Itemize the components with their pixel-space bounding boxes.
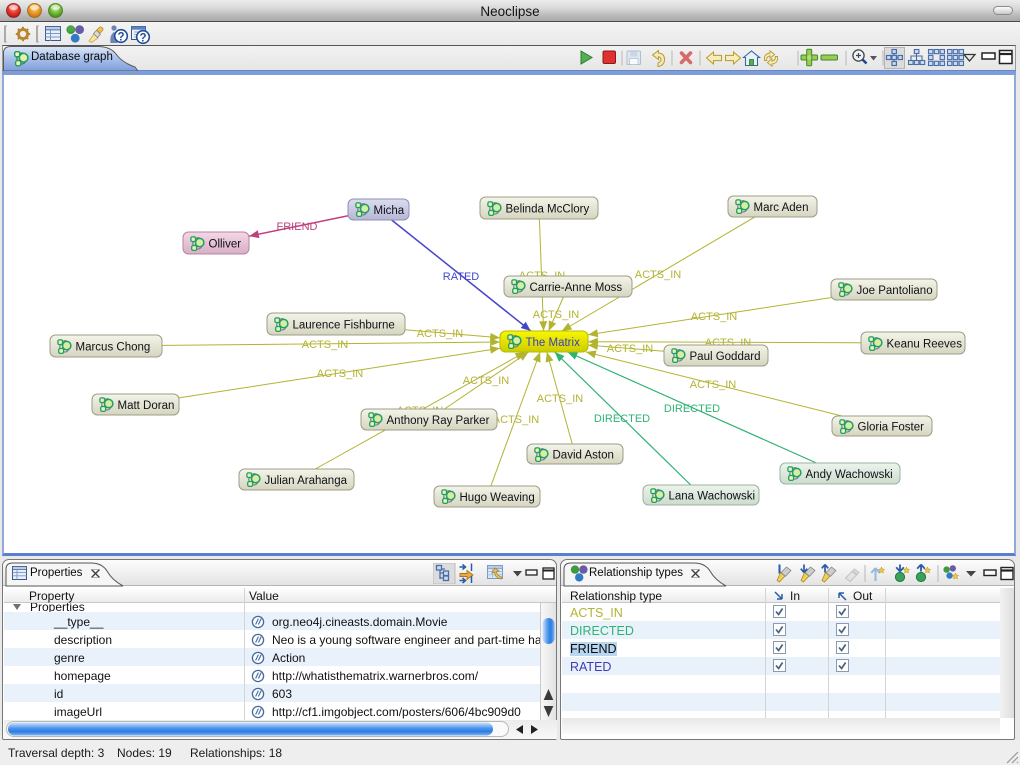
svg-text:Julian Arahanga: Julian Arahanga xyxy=(265,475,348,487)
svg-text:Gloria Foster: Gloria Foster xyxy=(858,421,925,433)
svg-text:?: ? xyxy=(117,31,124,43)
svg-text:DIRECTED: DIRECTED xyxy=(594,413,650,425)
svg-text:ACTS_IN: ACTS_IN xyxy=(417,328,464,340)
svg-text:Keanu Reeves: Keanu Reeves xyxy=(887,338,963,350)
svg-text:Marcus Chong: Marcus Chong xyxy=(76,341,151,353)
svg-text:Laurence Fishburne: Laurence Fishburne xyxy=(293,319,395,331)
svg-text:ACTS_IN: ACTS_IN xyxy=(635,269,682,281)
svg-text:Olliver: Olliver xyxy=(209,238,242,250)
svg-text:Anthony Ray Parker: Anthony Ray Parker xyxy=(387,415,490,427)
svg-text:Hugo Weaving: Hugo Weaving xyxy=(460,492,535,504)
svg-text:?: ? xyxy=(139,32,146,44)
svg-text:Matt Doran: Matt Doran xyxy=(118,400,175,412)
svg-text:The Matrix: The Matrix xyxy=(526,337,581,349)
svg-text:FRIEND: FRIEND xyxy=(277,221,318,233)
svg-text:Micha: Micha xyxy=(374,205,405,217)
svg-text:ACTS_IN: ACTS_IN xyxy=(463,375,510,387)
svg-text:Carrie-Anne Moss: Carrie-Anne Moss xyxy=(530,282,623,294)
svg-text:DIRECTED: DIRECTED xyxy=(664,403,720,415)
svg-text:ACTS_IN: ACTS_IN xyxy=(690,379,737,391)
svg-text:ACTS_IN: ACTS_IN xyxy=(607,343,654,355)
svg-text:ACTS_IN: ACTS_IN xyxy=(533,309,580,321)
svg-text:ACTS_IN: ACTS_IN xyxy=(493,414,540,426)
svg-text:Joe Pantoliano: Joe Pantoliano xyxy=(857,285,933,297)
svg-text:ACTS_IN: ACTS_IN xyxy=(537,393,584,405)
svg-text:Andy Wachowski: Andy Wachowski xyxy=(806,469,893,481)
svg-text:David Aston: David Aston xyxy=(553,449,614,461)
svg-text:Marc Aden: Marc Aden xyxy=(754,202,809,214)
svg-text:ACTS_IN: ACTS_IN xyxy=(691,311,738,323)
svg-text:ACTS_IN: ACTS_IN xyxy=(302,339,349,351)
svg-text:Paul Goddard: Paul Goddard xyxy=(690,351,761,363)
svg-text:Belinda McClory: Belinda McClory xyxy=(506,203,590,215)
svg-text:ACTS_IN: ACTS_IN xyxy=(317,368,364,380)
svg-text:RATED: RATED xyxy=(443,271,480,283)
svg-text:Lana Wachowski: Lana Wachowski xyxy=(669,490,756,502)
